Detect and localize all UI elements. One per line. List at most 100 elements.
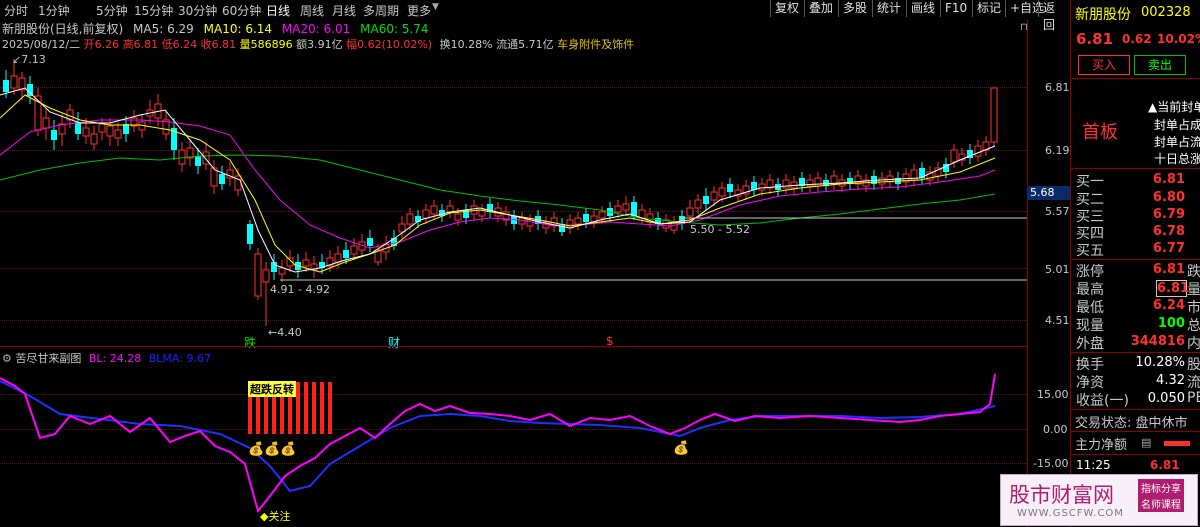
candle-body [82,127,90,137]
low-annotation: ←4.40 [268,326,302,339]
candle-body [98,123,106,133]
stat-label: 外盘 [1076,336,1104,352]
candle-body [75,122,81,134]
watermark-tag: 名师课程 [1138,495,1184,512]
stat-value: 6.81 [1152,262,1185,277]
price-marker: 5.68 [1027,186,1070,200]
candle-body [42,117,50,129]
watermark-site: 股市财富网 [1009,483,1114,507]
candle-body [278,267,286,275]
candle-body [350,245,358,255]
candle-body [398,223,406,233]
sell-button[interactable]: 卖出 [1134,55,1186,75]
candle-body [367,238,373,246]
stat-value: 6.24 [1152,298,1185,313]
ma10-line [0,94,996,273]
flow-bar [1164,441,1190,446]
quote-pct: 10.02% [1157,32,1200,46]
candle-body [3,80,9,92]
stat-value: 100 [1157,316,1185,331]
candle-body [583,214,589,222]
stat-cut-label: 股 [1187,357,1200,373]
panel-separator [1070,259,1200,260]
candle-body [343,250,349,258]
kline-chart[interactable] [0,0,1027,345]
candle-body [106,125,114,137]
bl-line [0,373,996,514]
stat-value: 4.32 [1156,373,1185,388]
stat-value: 0.050 [1147,391,1185,406]
quote-stock-code: 002328 [1141,5,1191,20]
watermark-url: WWW.GSCFW.COM [1017,508,1124,519]
candle-body [694,199,702,209]
indicator-axis-label: 0.00 [1043,423,1068,436]
tick-time: 11:25 [1076,458,1111,472]
panel-separator [1070,409,1200,410]
candle-body [302,259,310,267]
stat-label: 涨停 [1076,264,1104,280]
low-arrow-icon: ← [268,326,278,339]
axis-divider [1027,20,1028,527]
stat-label: 收益(一) [1076,393,1129,409]
stat-label: 最高 [1076,282,1104,298]
candle-body [686,207,694,217]
stat-cut-label: PE [1187,390,1200,406]
panel-separator [1070,352,1200,353]
indicator-axis-label: -15.00 [1033,457,1069,470]
quote-change: 0.62 [1122,32,1152,46]
candle-body [950,149,958,163]
bid-price: 6.80 [1152,190,1185,205]
menu-icon[interactable]: ▤ [1141,436,1151,449]
bid-price: 6.77 [1152,241,1185,256]
money-bag-icon: 💰 [673,441,690,456]
indicator-axis-label: 15.00 [1037,388,1069,401]
indicator-chart[interactable] [0,346,1027,527]
candle-body [254,253,262,297]
high-arrow-icon: ↙ [12,53,22,66]
stat-label: 最低 [1076,300,1104,316]
stat-cut-label: 市 [1187,300,1200,316]
bid-price: 6.81 [1152,172,1185,187]
buy-button[interactable]: 买入 [1078,55,1130,75]
price-axis-label: 5.57 [1045,205,1070,218]
money-bag-icon: 💰💰💰 [248,442,297,457]
candle-body [247,224,253,244]
note-line: 封单占成 [1154,118,1200,132]
note-line: 十日总涨 [1154,152,1200,166]
stat-cut-label: 总 [1187,318,1200,334]
candle-body [703,196,709,204]
range-annotation: 4.91 - 4.92 [270,283,330,296]
bid-label: 买五 [1076,243,1104,259]
panel-separator [1070,168,1200,169]
price-axis-label: 6.81 [1045,81,1070,94]
bid-price: 6.78 [1152,224,1185,239]
watermark-tag: 指标分享 [1138,479,1184,496]
candle-body [566,219,574,229]
signal-label: 超跌反转 [248,381,296,397]
back-button[interactable]: 返回 [1038,0,1070,32]
stat-cut-label: 内 [1187,336,1200,352]
board-label: 首板 [1082,122,1118,143]
price-axis-label: 4.51 [1045,314,1070,327]
candle-body [430,205,438,215]
candle-body [51,130,57,140]
candle-body [814,177,822,187]
candle-body [878,177,886,185]
candle-body [446,205,454,213]
panel-separator [1070,431,1200,432]
stat-label: 换手 [1076,357,1104,373]
candle-body [90,133,98,145]
candle-body [219,174,225,184]
panel-divider [1070,0,1071,527]
candle-body [710,191,718,201]
candle-body [195,156,201,166]
candle-body [262,269,270,283]
note-line: 封单占流 [1154,135,1200,149]
candle-body [10,75,18,89]
bid-label: 买一 [1076,174,1104,190]
candle-body [718,187,726,197]
candle-body [334,253,342,263]
panel-separator [1070,78,1200,79]
high-annotation: ↙7.13 [12,53,46,66]
stat-value: 6.81 [1156,280,1190,297]
